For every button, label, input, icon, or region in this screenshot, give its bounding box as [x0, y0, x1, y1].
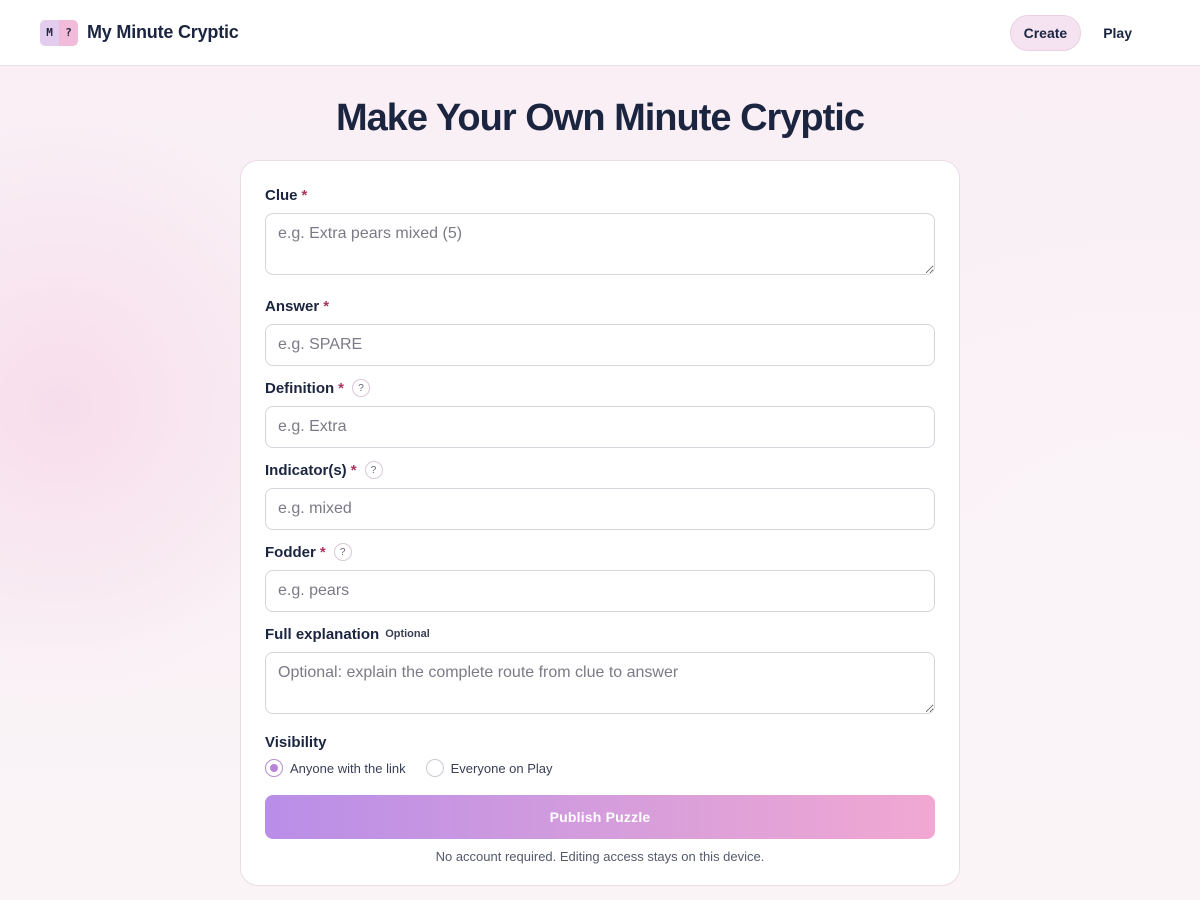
definition-input[interactable] — [265, 406, 935, 448]
radio-unchecked-icon[interactable] — [425, 759, 444, 777]
visibility-label: Visibility — [265, 734, 327, 751]
visibility-options: Anyone with the link Everyone on Play — [265, 758, 935, 778]
nav-create-button[interactable]: Create — [1009, 14, 1082, 51]
answer-input[interactable] — [265, 324, 935, 366]
indicators-label: Indicator(s) * ? — [265, 460, 935, 480]
answer-label: Answer * — [265, 296, 935, 316]
visibility-option-link[interactable]: Anyone with the link — [265, 759, 406, 777]
optional-tag: Optional — [385, 628, 430, 640]
main-content: Make Your Own Minute Cryptic Clue * Answ… — [0, 66, 1200, 886]
fodder-help-icon[interactable]: ? — [333, 543, 352, 561]
fodder-label: Fodder * ? — [265, 542, 935, 562]
create-puzzle-form: Clue * Answer * Definition * ? Indicator… — [240, 160, 960, 886]
brand[interactable]: M ? My Minute Cryptic — [40, 19, 239, 46]
account-note: No account required. Editing access stay… — [435, 849, 765, 864]
clue-label: Clue * — [265, 185, 935, 205]
clue-input[interactable] — [265, 213, 935, 275]
required-mark: * — [319, 543, 326, 561]
required-mark: * — [323, 297, 330, 315]
top-bar: M ? My Minute Cryptic Create Play — [0, 0, 1200, 66]
visibility-option-label: Anyone with the link — [290, 760, 406, 776]
main-nav: Create Play — [1009, 14, 1146, 51]
definition-label: Definition * ? — [265, 378, 935, 398]
explanation-label-text: Full explanation — [265, 625, 380, 643]
visibility-option-play[interactable]: Everyone on Play — [425, 759, 553, 777]
indicators-label-text: Indicator(s) — [265, 461, 347, 479]
page-title: Make Your Own Minute Cryptic — [335, 97, 865, 139]
fodder-input[interactable] — [265, 570, 935, 612]
indicators-help-icon[interactable]: ? — [364, 461, 383, 479]
required-mark: * — [338, 379, 344, 397]
radio-checked-icon[interactable] — [265, 759, 283, 777]
clue-label-text: Clue — [265, 186, 298, 204]
explanation-input[interactable] — [265, 652, 935, 714]
logo-icon: M ? — [40, 19, 78, 46]
required-mark: * — [350, 461, 357, 479]
definition-label-text: Definition — [265, 379, 335, 397]
answer-label-text: Answer — [265, 297, 320, 315]
required-mark: * — [301, 186, 308, 204]
brand-name: My Minute Cryptic — [87, 22, 239, 42]
logo-tile-right: ? — [59, 19, 78, 46]
definition-help-icon[interactable]: ? — [352, 379, 370, 397]
visibility-option-label: Everyone on Play — [450, 760, 553, 776]
logo-tile-left: M — [40, 19, 59, 46]
nav-play-button[interactable]: Play — [1089, 15, 1146, 51]
explanation-label: Full explanation Optional — [265, 624, 935, 644]
indicators-input[interactable] — [265, 488, 935, 530]
fodder-label-text: Fodder — [265, 543, 316, 561]
publish-puzzle-button[interactable]: Publish Puzzle — [265, 795, 935, 839]
